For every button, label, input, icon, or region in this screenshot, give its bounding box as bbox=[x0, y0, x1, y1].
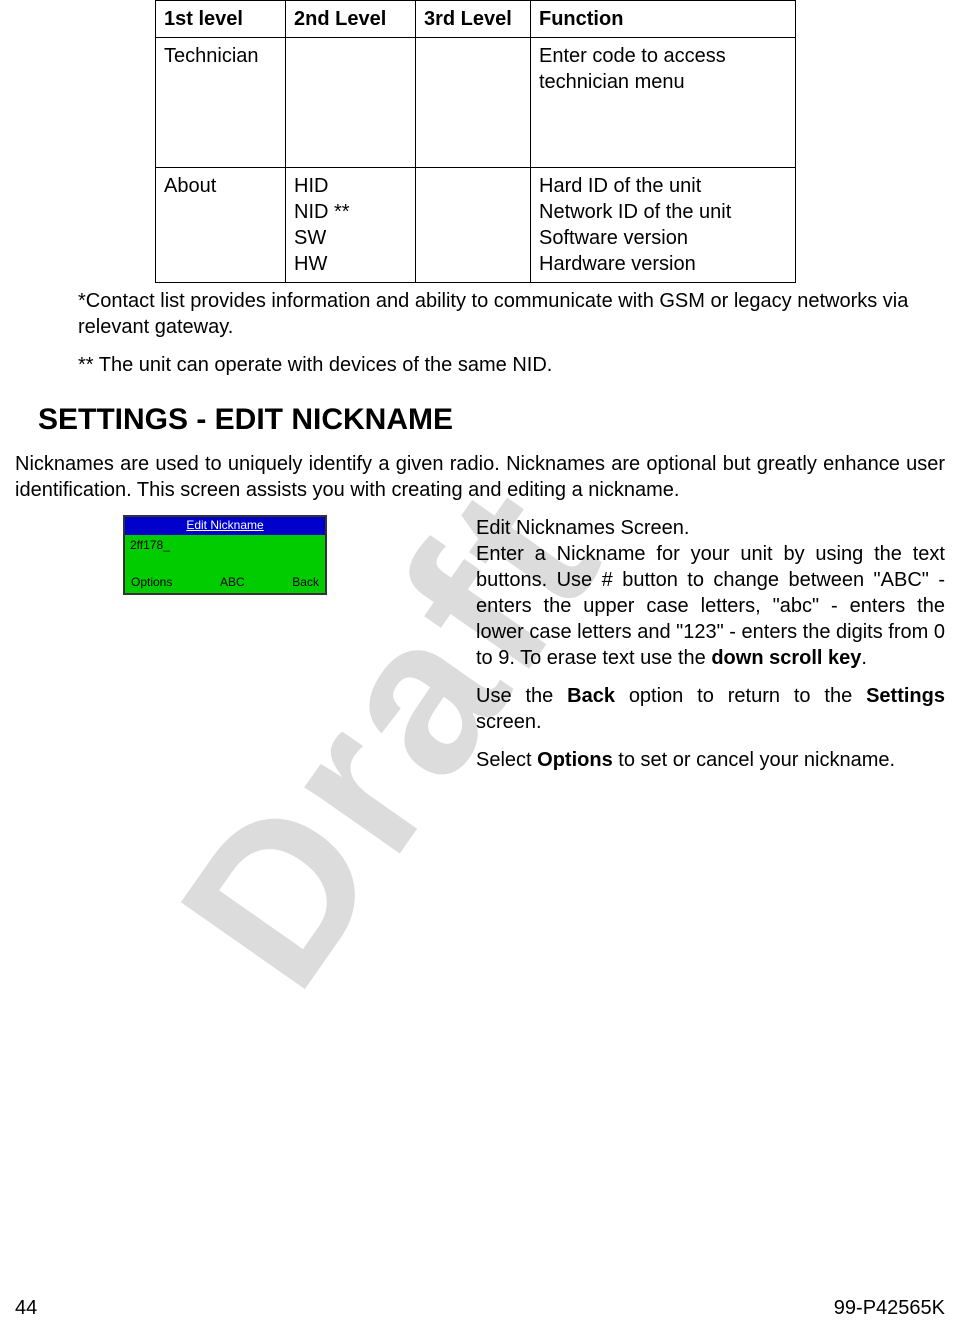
intro-paragraph: Nicknames are used to uniquely identify … bbox=[15, 451, 945, 503]
table-header: Function bbox=[531, 1, 796, 38]
table-row: Technician Enter code to access technici… bbox=[156, 38, 796, 168]
desc-title: Edit Nicknames Screen. bbox=[476, 517, 689, 539]
desc-text: to set or cancel your nickname. bbox=[613, 749, 895, 771]
table-cell: Enter code to access technician menu bbox=[531, 38, 796, 168]
table-cell: HID NID ** SW HW bbox=[286, 168, 416, 283]
desc-text: . bbox=[861, 647, 867, 669]
desc-text: option to return to the bbox=[615, 685, 866, 707]
table-header: 2nd Level bbox=[286, 1, 416, 38]
menu-table: 1st level 2nd Level 3rd Level Function T… bbox=[155, 0, 796, 283]
table-header: 1st level bbox=[156, 1, 286, 38]
table-row: About HID NID ** SW HW Hard ID of the un… bbox=[156, 168, 796, 283]
desc-text: screen. bbox=[476, 711, 542, 733]
screen-title: Edit Nickname bbox=[125, 517, 325, 535]
table-cell bbox=[416, 38, 531, 168]
desc-text: Select bbox=[476, 749, 537, 771]
screen-soft-center: ABC bbox=[220, 575, 245, 591]
desc-bold: Back bbox=[567, 685, 615, 707]
desc-paragraph: Edit Nicknames Screen. Enter a Nickname … bbox=[476, 515, 945, 671]
table-header: 3rd Level bbox=[416, 1, 531, 38]
screen-soft-right: Back bbox=[292, 575, 319, 591]
document-id: 99-P42565K bbox=[834, 1295, 945, 1321]
table-cell: Technician bbox=[156, 38, 286, 168]
screen-mockup: Edit Nickname 2ff178_ Options ABC Back bbox=[123, 515, 327, 595]
desc-bold: Options bbox=[537, 749, 613, 771]
footnote: ** The unit can operate with devices of … bbox=[78, 352, 940, 378]
desc-paragraph: Use the Back option to return to the Set… bbox=[476, 683, 945, 735]
section-heading: SETTINGS - EDIT NICKNAME bbox=[38, 400, 975, 439]
table-cell: Hard ID of the unit Network ID of the un… bbox=[531, 168, 796, 283]
table-cell bbox=[286, 38, 416, 168]
desc-text: Use the bbox=[476, 685, 567, 707]
footnote: *Contact list provides information and a… bbox=[78, 288, 940, 340]
screen-value: 2ff178_ bbox=[125, 535, 325, 557]
table-cell: About bbox=[156, 168, 286, 283]
desc-paragraph: Select Options to set or cancel your nic… bbox=[476, 747, 945, 773]
screen-soft-left: Options bbox=[131, 575, 172, 591]
desc-bold: Settings bbox=[866, 685, 945, 707]
desc-bold: down scroll key bbox=[711, 647, 861, 669]
page-number: 44 bbox=[15, 1295, 37, 1321]
table-cell bbox=[416, 168, 531, 283]
